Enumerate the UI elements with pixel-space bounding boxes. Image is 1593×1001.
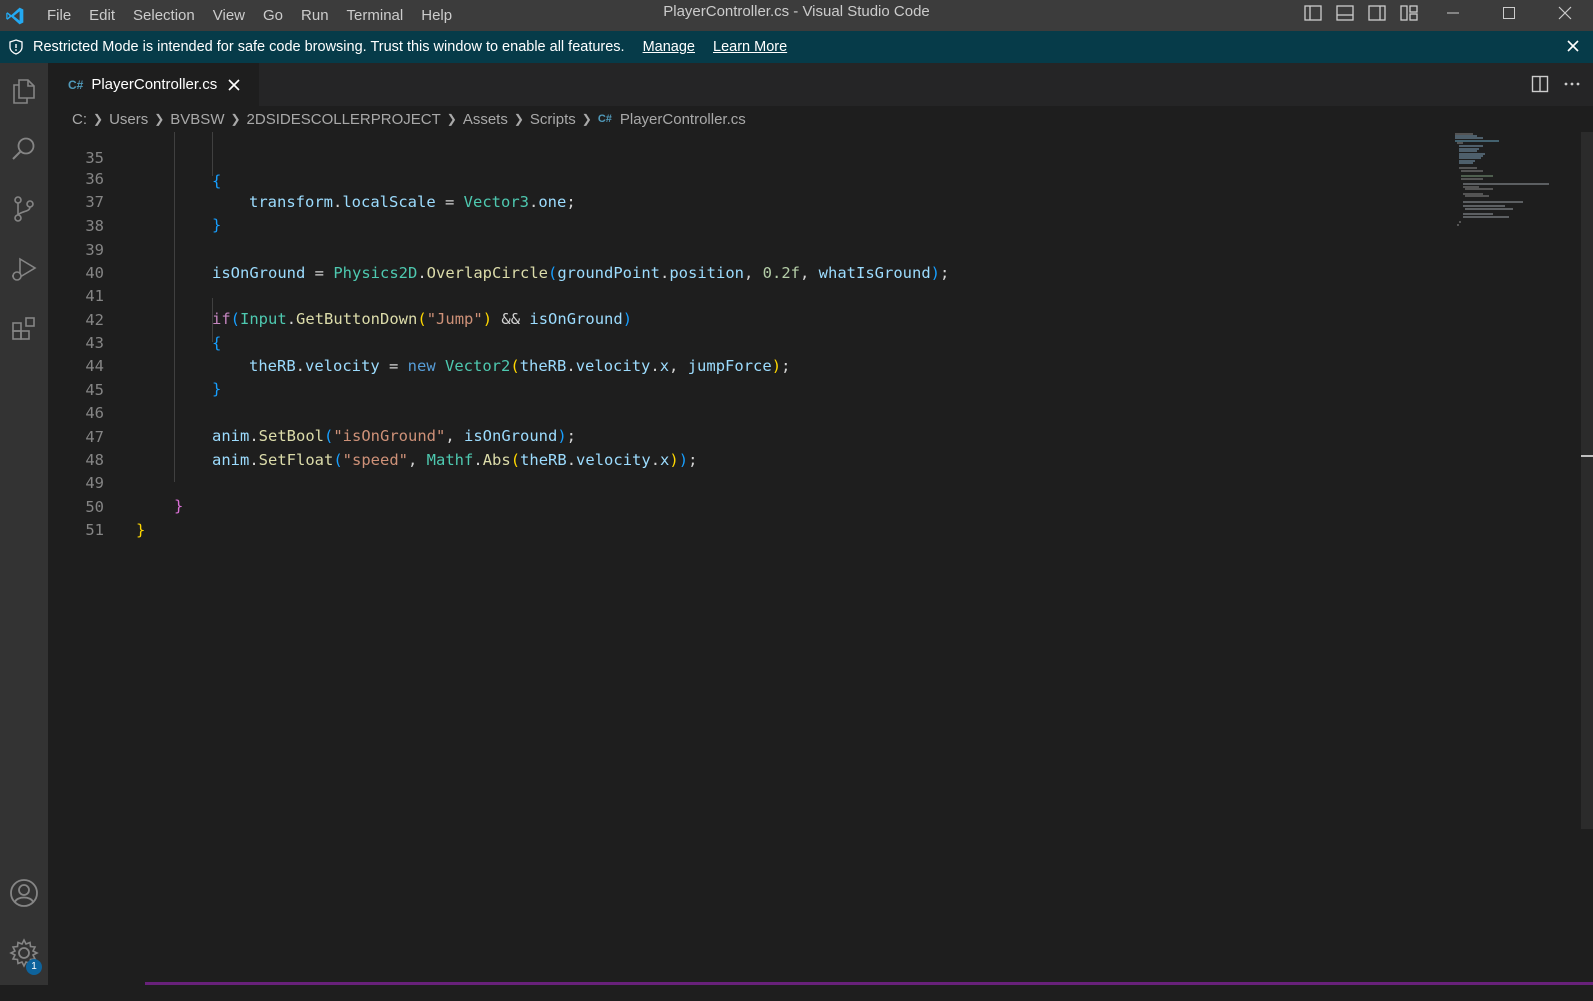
- code-line: 47 anim.SetFloat("speed", Mathf.Abs(theR…: [48, 403, 697, 469]
- manage-gear-icon[interactable]: 1: [0, 929, 48, 977]
- indent-guide: [174, 132, 175, 482]
- code-line: 50 }: [48, 473, 145, 539]
- code-line: 43 theRB.velocity = new Vector2(theRB.ve…: [48, 309, 790, 375]
- code-line: 41 if(Input.GetButtonDown("Jump") && isO…: [48, 262, 632, 328]
- bottom-strip: [0, 985, 1593, 1001]
- editor-actions: [1531, 75, 1581, 96]
- code-line: 37 }: [48, 168, 221, 234]
- breadcrumb-item[interactable]: Scripts: [530, 111, 576, 128]
- close-tab-icon[interactable]: [227, 78, 241, 92]
- chevron-right-icon: ❯: [513, 112, 524, 126]
- activity-bar: 1: [0, 63, 48, 1001]
- breadcrumb-item[interactable]: C:: [72, 111, 87, 128]
- code-line: 48: [48, 426, 104, 469]
- close-banner-icon[interactable]: [1565, 38, 1581, 58]
- code-line: 46 anim.SetBool("isOnGround", isOnGround…: [48, 379, 576, 445]
- breadcrumb: C: ❯ Users ❯ BVBSW ❯ 2DSIDESCOLLERPROJEC…: [48, 106, 1593, 132]
- shield-icon: [8, 39, 24, 55]
- toggle-primary-sidebar-button[interactable]: [1297, 0, 1329, 26]
- chevron-right-icon: ❯: [446, 112, 457, 126]
- split-editor-icon[interactable]: [1531, 75, 1549, 96]
- line-number: 51: [85, 521, 104, 539]
- chevron-right-icon: ❯: [581, 112, 592, 126]
- chevron-right-icon: ❯: [93, 112, 104, 126]
- breadcrumb-item[interactable]: Users: [109, 111, 148, 128]
- chevron-right-icon: ❯: [154, 112, 165, 126]
- menu-help[interactable]: Help: [412, 0, 461, 31]
- code-line: 49 }: [48, 449, 183, 515]
- title-controls: [1297, 0, 1593, 31]
- code-line: 44 }: [48, 332, 221, 398]
- scrollbar-position-marker: [1581, 455, 1593, 457]
- code-line: 51: [48, 496, 104, 539]
- tab-playercontroller[interactable]: C# PlayerController.cs: [48, 63, 259, 106]
- explorer-icon[interactable]: [0, 67, 48, 115]
- minimize-button[interactable]: [1425, 0, 1481, 26]
- tab-label: PlayerController.cs: [91, 76, 218, 93]
- code-line: 38: [48, 192, 104, 235]
- code-line: 45: [48, 356, 104, 399]
- run-debug-icon[interactable]: [0, 245, 48, 293]
- source-control-icon[interactable]: [0, 185, 48, 233]
- settings-badge: 1: [26, 959, 42, 975]
- code-line: 40: [48, 239, 104, 282]
- code-editor[interactable]: 35 { 36 transform.localScale = Vector3.o…: [48, 132, 1593, 982]
- maximize-button[interactable]: [1481, 0, 1537, 26]
- csharp-file-icon: C#: [597, 113, 612, 125]
- extensions-icon[interactable]: [0, 305, 48, 353]
- restricted-mode-banner: Restricted Mode is intended for safe cod…: [0, 31, 1593, 63]
- menu-selection[interactable]: Selection: [124, 0, 204, 31]
- more-actions-icon[interactable]: [1563, 75, 1581, 96]
- minimap[interactable]: [1453, 132, 1563, 232]
- learn-more-link[interactable]: Learn More: [713, 39, 787, 55]
- menu-file[interactable]: File: [38, 0, 80, 31]
- chevron-right-icon: ❯: [230, 112, 241, 126]
- vertical-scrollbar[interactable]: [1581, 132, 1593, 829]
- menu-run[interactable]: Run: [292, 0, 338, 31]
- banner-message: Restricted Mode is intended for safe cod…: [33, 39, 625, 55]
- menu-go[interactable]: Go: [254, 0, 292, 31]
- search-icon[interactable]: [0, 125, 48, 173]
- breadcrumb-item[interactable]: PlayerController.cs: [620, 111, 746, 128]
- breadcrumb-item[interactable]: 2DSIDESCOLLERPROJECT: [247, 111, 441, 128]
- menu-edit[interactable]: Edit: [80, 0, 124, 31]
- menu-view[interactable]: View: [204, 0, 254, 31]
- breadcrumb-item[interactable]: BVBSW: [170, 111, 224, 128]
- editor-tabs-bar: C# PlayerController.cs: [48, 63, 1593, 106]
- account-icon[interactable]: [0, 869, 48, 917]
- toggle-panel-button[interactable]: [1329, 0, 1361, 26]
- close-window-button[interactable]: [1537, 0, 1593, 26]
- code-line: 42 {: [48, 286, 221, 352]
- vscode-logo-icon: [0, 0, 30, 31]
- code-line: 39 isOnGround = Physics2D.OverlapCircle(…: [48, 216, 949, 282]
- customize-layout-button[interactable]: [1393, 0, 1425, 26]
- csharp-file-icon: C#: [68, 77, 84, 92]
- title-bar: File Edit Selection View Go Run Terminal…: [0, 0, 1593, 31]
- breadcrumb-item[interactable]: Assets: [463, 111, 508, 128]
- manage-link[interactable]: Manage: [643, 39, 695, 55]
- menu-terminal[interactable]: Terminal: [338, 0, 413, 31]
- code-line: 36 transform.localScale = Vector3.one;: [48, 145, 575, 211]
- toggle-secondary-sidebar-button[interactable]: [1361, 0, 1393, 26]
- menu-bar: File Edit Selection View Go Run Terminal…: [38, 0, 461, 31]
